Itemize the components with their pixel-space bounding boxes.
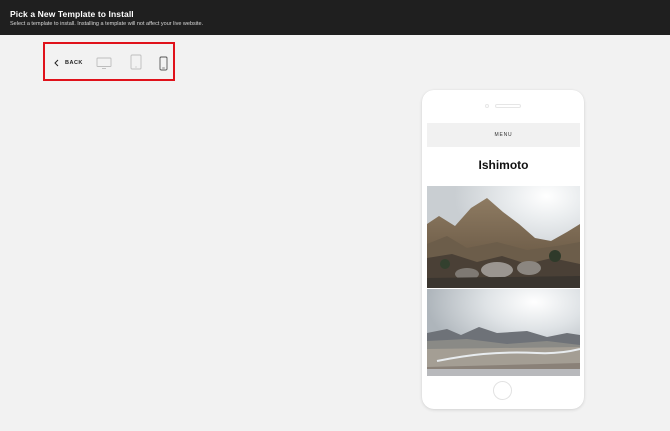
back-button[interactable]: BACK [52,57,83,69]
phone-icon[interactable] [159,56,168,71]
phone-preview-frame: MENU Ishimoto [422,90,584,409]
page-title: Pick a New Template to Install [10,9,134,19]
phone-speaker [495,104,521,108]
preview-menu-label: MENU [494,132,513,138]
template-preview-screen[interactable]: MENU Ishimoto [427,123,580,376]
tablet-icon[interactable] [130,54,142,70]
device-toolbar: BACK [43,42,175,81]
preview-photo-lake [427,289,580,376]
preview-photo-mountains [427,186,580,288]
phone-camera [485,104,489,108]
desktop-icon[interactable] [96,57,112,70]
preview-menu-bar[interactable]: MENU [427,123,580,147]
page-subtitle: Select a template to install. Installing… [10,21,204,27]
header-bar: Pick a New Template to Install Select a … [0,0,670,35]
chevron-left-icon [54,59,59,67]
back-label: BACK [65,60,83,66]
preview-site-title: Ishimoto [478,158,529,172]
phone-home-button [493,381,512,400]
